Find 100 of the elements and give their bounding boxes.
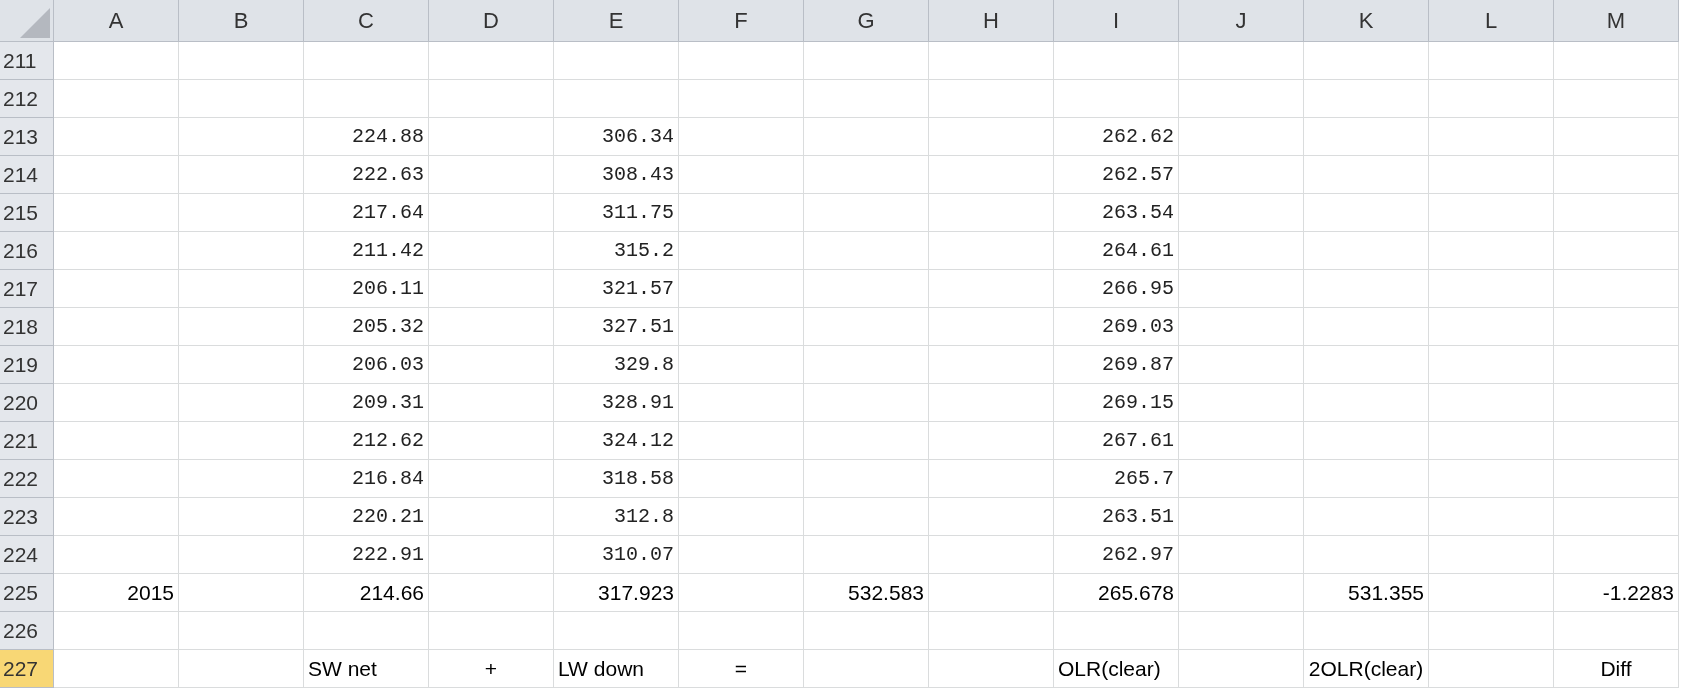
row-header[interactable]: 226 (0, 612, 54, 650)
grid-cell[interactable]: SW net (304, 650, 429, 688)
grid-cell[interactable] (929, 308, 1054, 346)
grid-cell[interactable] (1429, 80, 1554, 118)
grid-cell[interactable] (929, 384, 1054, 422)
grid-cell[interactable] (179, 460, 304, 498)
grid-cell[interactable] (929, 498, 1054, 536)
grid-cell[interactable] (1179, 308, 1304, 346)
grid-cell[interactable] (1429, 574, 1554, 612)
grid-cell[interactable] (804, 536, 929, 574)
grid-cell[interactable] (1429, 270, 1554, 308)
grid-cell[interactable] (679, 422, 804, 460)
row-header[interactable]: 214 (0, 156, 54, 194)
grid-cell[interactable] (54, 308, 179, 346)
grid-cell[interactable] (1054, 42, 1179, 80)
column-header[interactable]: I (1054, 0, 1179, 42)
row-header[interactable]: 227 (0, 650, 54, 688)
grid-cell[interactable] (429, 270, 554, 308)
grid-cell[interactable] (429, 346, 554, 384)
grid-cell[interactable]: 315.2 (554, 232, 679, 270)
row-header[interactable]: 213 (0, 118, 54, 156)
grid-cell[interactable] (429, 156, 554, 194)
grid-cell[interactable] (54, 346, 179, 384)
grid-cell[interactable] (679, 536, 804, 574)
grid-cell[interactable] (179, 156, 304, 194)
row-header[interactable]: 219 (0, 346, 54, 384)
grid-cell[interactable] (1554, 536, 1679, 574)
grid-cell[interactable] (1429, 118, 1554, 156)
grid-cell[interactable] (429, 232, 554, 270)
row-header[interactable]: 225 (0, 574, 54, 612)
grid-cell[interactable] (804, 346, 929, 384)
grid-cell[interactable] (1554, 42, 1679, 80)
grid-cell[interactable] (1554, 422, 1679, 460)
grid-cell[interactable] (929, 80, 1054, 118)
grid-cell[interactable] (929, 194, 1054, 232)
grid-cell[interactable] (929, 156, 1054, 194)
grid-cell[interactable]: 269.15 (1054, 384, 1179, 422)
grid-cell[interactable] (804, 460, 929, 498)
column-header[interactable]: L (1429, 0, 1554, 42)
grid-cell[interactable] (804, 80, 929, 118)
grid-cell[interactable] (1179, 80, 1304, 118)
grid-cell[interactable] (679, 194, 804, 232)
grid-cell[interactable] (929, 536, 1054, 574)
grid-cell[interactable] (929, 42, 1054, 80)
grid-cell[interactable] (1554, 270, 1679, 308)
grid-cell[interactable] (1429, 346, 1554, 384)
grid-cell[interactable] (54, 460, 179, 498)
grid-cell[interactable]: 2OLR(clear) (1304, 650, 1429, 688)
column-header[interactable]: F (679, 0, 804, 42)
grid-cell[interactable] (1304, 498, 1429, 536)
grid-cell[interactable] (1554, 498, 1679, 536)
grid-cell[interactable] (804, 650, 929, 688)
grid-cell[interactable] (929, 650, 1054, 688)
grid-cell[interactable]: 317.923 (554, 574, 679, 612)
grid-cell[interactable] (1304, 536, 1429, 574)
grid-cell[interactable] (1304, 270, 1429, 308)
grid-cell[interactable]: 212.62 (304, 422, 429, 460)
grid-cell[interactable]: 329.8 (554, 346, 679, 384)
grid-cell[interactable]: 222.91 (304, 536, 429, 574)
grid-cell[interactable]: 269.87 (1054, 346, 1179, 384)
grid-cell[interactable] (1179, 156, 1304, 194)
grid-cell[interactable] (1179, 346, 1304, 384)
grid-cell[interactable] (429, 384, 554, 422)
grid-cell[interactable] (929, 612, 1054, 650)
grid-cell[interactable]: 310.07 (554, 536, 679, 574)
grid-cell[interactable]: 209.31 (304, 384, 429, 422)
grid-cell[interactable] (1429, 422, 1554, 460)
grid-cell[interactable] (1179, 270, 1304, 308)
grid-cell[interactable] (179, 384, 304, 422)
grid-cell[interactable] (1429, 460, 1554, 498)
grid-cell[interactable] (1429, 194, 1554, 232)
grid-cell[interactable] (304, 612, 429, 650)
grid-cell[interactable] (679, 346, 804, 384)
grid-cell[interactable] (1304, 80, 1429, 118)
column-header[interactable]: E (554, 0, 679, 42)
grid-cell[interactable]: Diff (1554, 650, 1679, 688)
column-header[interactable]: M (1554, 0, 1679, 42)
grid-cell[interactable]: 205.32 (304, 308, 429, 346)
grid-cell[interactable] (179, 346, 304, 384)
grid-cell[interactable]: 531.355 (1304, 574, 1429, 612)
grid-cell[interactable] (804, 232, 929, 270)
grid-cell[interactable]: 312.8 (554, 498, 679, 536)
grid-cell[interactable]: 267.61 (1054, 422, 1179, 460)
grid-cell[interactable] (1429, 612, 1554, 650)
grid-cell[interactable] (1179, 194, 1304, 232)
grid-cell[interactable]: 532.583 (804, 574, 929, 612)
column-header[interactable]: C (304, 0, 429, 42)
grid-cell[interactable]: 224.88 (304, 118, 429, 156)
grid-cell[interactable] (429, 42, 554, 80)
grid-cell[interactable] (304, 42, 429, 80)
grid-cell[interactable] (929, 232, 1054, 270)
grid-cell[interactable] (429, 308, 554, 346)
grid-cell[interactable] (1554, 194, 1679, 232)
grid-cell[interactable]: 265.7 (1054, 460, 1179, 498)
grid-cell[interactable] (1429, 308, 1554, 346)
grid-cell[interactable] (54, 232, 179, 270)
grid-cell[interactable] (929, 574, 1054, 612)
grid-cell[interactable] (679, 498, 804, 536)
grid-cell[interactable] (929, 346, 1054, 384)
grid-cell[interactable] (1179, 232, 1304, 270)
